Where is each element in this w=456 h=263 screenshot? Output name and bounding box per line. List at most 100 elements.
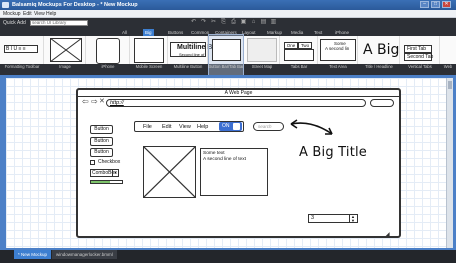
library-item-multiline-button[interactable]: Multiline Bu Second line of (168, 36, 217, 64)
menu-help[interactable]: Help (46, 11, 56, 17)
tab-media[interactable]: Media (289, 29, 305, 36)
tab-windowmanagerlocker[interactable]: windowmanagerlocker.bmml (52, 250, 117, 259)
tabs-preview-two: Two (298, 42, 312, 49)
caption-tabs-bar: Tabs Bar (290, 64, 308, 69)
progress-fill (91, 181, 110, 183)
menu-view[interactable]: View (34, 11, 45, 17)
tab-big[interactable]: Big (143, 29, 154, 36)
quick-add-label: Quick Add (3, 20, 26, 26)
title-headline-preview: A Big (363, 42, 400, 58)
multiline-preview-sub: Second line of (179, 52, 205, 57)
library-item-mobile-screen[interactable] (130, 36, 168, 64)
browser-search-field[interactable] (370, 99, 394, 107)
library-item-image[interactable] (44, 36, 86, 64)
close-x-icon[interactable]: ✕ (99, 98, 105, 106)
library-item-web[interactable] (440, 36, 456, 64)
tab-iphone[interactable]: iPhone (333, 29, 351, 36)
caption-vertical-tabs: Vertical Tabs (408, 64, 432, 69)
library-item-formatting-toolbar[interactable]: B I U ≡ ≡ (0, 36, 44, 64)
quick-add-input[interactable]: search UI Library (30, 20, 88, 26)
browser-title: A Web Page (78, 90, 399, 97)
toggle-switch[interactable]: ON (219, 122, 242, 131)
button-bar-preview (212, 39, 241, 61)
checkbox[interactable] (90, 160, 95, 165)
checkbox-label: Checkbox (98, 159, 121, 165)
copy-icon[interactable]: ⎘ (220, 19, 227, 26)
mock-menu-view[interactable]: View (179, 124, 191, 130)
caption-title-headline: Title / Headline (365, 64, 393, 69)
mobile-screen-preview (134, 38, 164, 63)
tab-buttons[interactable]: Buttons (166, 29, 185, 36)
tabs-preview-one: One (284, 42, 298, 49)
combobox[interactable]: ComboBox ▼ (90, 169, 119, 177)
tab-text[interactable]: Text (312, 29, 324, 36)
curved-arrow-icon[interactable] (288, 118, 338, 140)
lock-icon[interactable]: ⌂ (250, 19, 257, 26)
window-title: Balsamiq Mockups For Desktop - * New Moc… (12, 2, 138, 8)
text-area-preview: Some A second lin (320, 39, 356, 61)
mock-menu-help[interactable]: Help (197, 124, 208, 130)
mock-menu-file[interactable]: File (143, 124, 152, 130)
back-arrow-icon[interactable]: ⇦ (82, 98, 89, 106)
caption-mobile-screen: Mobile Screen (135, 64, 163, 69)
tab-all[interactable]: All (120, 29, 129, 36)
library-item-street-map[interactable] (244, 36, 280, 64)
iphone-preview (96, 38, 120, 64)
search-field-mockup[interactable]: search (253, 122, 284, 131)
scrollbar-thumb[interactable] (448, 81, 452, 89)
group-icon[interactable]: ▣ (240, 19, 247, 26)
address-bar[interactable]: http:// (106, 99, 366, 107)
button-2[interactable]: Button (90, 137, 113, 146)
caption-formatting-toolbar: Formatting Toolbar (4, 64, 40, 69)
forward-arrow-icon[interactable]: ⇨ (91, 98, 98, 106)
text-area[interactable]: Some text A second line of text (200, 148, 268, 196)
caption-street-map: Street Map (251, 64, 273, 69)
numeric-stepper[interactable]: 3 ▲ ▼ (308, 214, 358, 223)
undo-icon[interactable]: ↶ (190, 19, 197, 26)
text-area-preview-line2: A second lin (325, 46, 350, 51)
library-item-title-headline[interactable]: A Big (358, 36, 400, 64)
big-title-text[interactable]: A Big Title (299, 145, 367, 160)
maximize-button[interactable]: □ (431, 1, 440, 8)
library-item-vertical-tabs[interactable]: First Tab Second Tab (400, 36, 440, 64)
redo-icon[interactable]: ↷ (200, 19, 207, 26)
button-3[interactable]: Button (90, 148, 113, 157)
cut-icon[interactable]: ✂ (210, 19, 217, 26)
vertical-tabs-preview-second: Second Tab (404, 53, 433, 61)
vertical-scrollbar[interactable] (446, 78, 453, 248)
title-bar: Balsamiq Mockups For Desktop - * New Moc… (0, 0, 456, 10)
menu-mockup[interactable]: Mockup (3, 11, 21, 17)
library-item-text-area[interactable]: Some A second lin (318, 36, 358, 64)
library-item-button-bar-selected[interactable] (208, 34, 244, 80)
text-area-line-1: Some text (203, 151, 225, 156)
toggle-label: ON (222, 123, 230, 129)
progress-bar (90, 180, 123, 184)
category-tabs: All Big Buttons Common Containers Layout… (88, 28, 456, 36)
tab-new-mockup[interactable]: * New Mockup (14, 250, 52, 259)
caption-web: Web (443, 64, 453, 69)
library-item-tabs-bar[interactable]: One Two (280, 36, 318, 64)
caption-button-bar: Button Bar/Tab Bar (208, 64, 244, 69)
library-item-iphone[interactable] (86, 36, 130, 64)
image-placeholder[interactable] (143, 146, 196, 198)
forward-icon[interactable]: ▤ (260, 19, 267, 26)
menu-edit[interactable]: Edit (23, 11, 32, 17)
menu-bar: Mockup Edit View Help (0, 10, 456, 18)
toolbar-icons: ↶ ↷ ✂ ⎘ ⎙ ▣ ⌂ ▤ ▥ (190, 19, 280, 28)
minimize-button[interactable]: – (420, 1, 429, 8)
mock-menu-edit[interactable]: Edit (162, 124, 171, 130)
stepper-arrows-icon[interactable]: ▲ ▼ (349, 215, 356, 222)
document-tabs-bar: * New Mockup windowmanagerlocker.bmml (0, 250, 456, 263)
close-button[interactable]: ✕ (442, 1, 451, 8)
backward-icon[interactable]: ▥ (270, 19, 277, 26)
chevron-down-icon[interactable]: ▼ (112, 170, 118, 176)
stepper-value: 3 (311, 215, 315, 221)
paste-icon[interactable]: ⎙ (230, 19, 237, 26)
caption-text-area: Text Area (329, 64, 347, 69)
resize-handle-icon[interactable]: ◢ (385, 231, 390, 238)
tab-markup[interactable]: Markup (265, 29, 284, 36)
button-1[interactable]: Button (90, 125, 113, 134)
caption-iphone: iPhone (101, 64, 115, 69)
text-area-line-2: A second line of text (203, 157, 246, 162)
image-placeholder-icon (50, 38, 82, 62)
